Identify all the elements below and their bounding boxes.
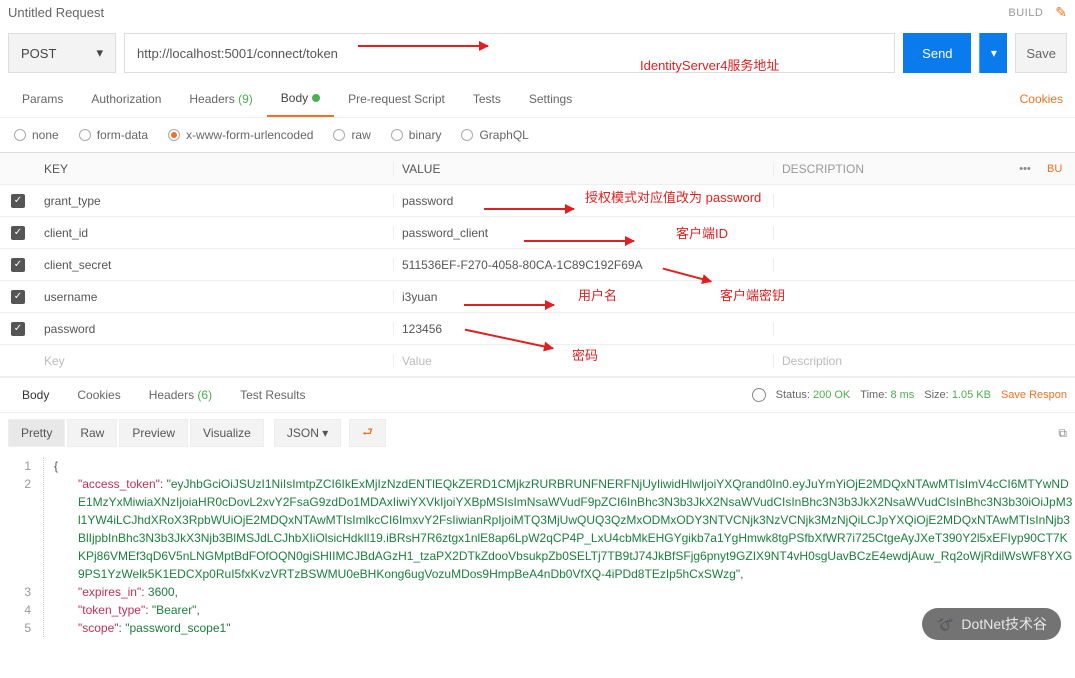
annotation-arrow xyxy=(663,267,712,282)
table-row: ✓ grant_type password xyxy=(0,185,1075,217)
checkbox[interactable]: ✓ xyxy=(11,290,25,304)
watermark: ➰ DotNet技术谷 xyxy=(922,608,1061,640)
annotation-url: IdentityServer4服务地址 xyxy=(640,55,779,74)
checkbox[interactable]: ✓ xyxy=(11,226,25,240)
tab-authorization[interactable]: Authorization xyxy=(77,82,175,116)
globe-icon[interactable] xyxy=(752,388,766,402)
annotation-arrow xyxy=(464,304,554,306)
request-title: Untitled Request xyxy=(8,5,1008,20)
more-icon[interactable]: ••• xyxy=(1003,163,1047,175)
method-select[interactable]: POST ▾ xyxy=(8,33,116,73)
view-raw[interactable]: Raw xyxy=(67,419,117,447)
cookies-link[interactable]: Cookies xyxy=(1016,82,1067,116)
radio-raw[interactable]: raw xyxy=(333,128,370,142)
tab-tests[interactable]: Tests xyxy=(459,82,515,116)
table-row-empty: Key Value Description xyxy=(0,345,1075,377)
annotation-pass: 密码 xyxy=(572,345,598,364)
table-row: ✓ password 123456 xyxy=(0,313,1075,345)
wechat-icon: ➰ xyxy=(936,616,953,633)
save-button[interactable]: Save xyxy=(1015,33,1067,73)
annotation-arrow xyxy=(484,208,574,210)
radio-binary[interactable]: binary xyxy=(391,128,442,142)
annotation-user: 用户名 xyxy=(578,285,617,304)
tab-body[interactable]: Body xyxy=(267,81,334,117)
url-input[interactable]: http://localhost:5001/connect/token xyxy=(124,33,895,73)
key-cell[interactable]: grant_type xyxy=(36,194,394,208)
col-desc: DESCRIPTION xyxy=(774,162,1003,176)
col-value: VALUE xyxy=(394,162,774,176)
table-row: ✓ client_secret 511536EF-F270-4058-80CA-… xyxy=(0,249,1075,281)
radio-none[interactable]: none xyxy=(14,128,59,142)
key-input[interactable]: Key xyxy=(36,354,394,368)
table-row: ✓ username i3yuan xyxy=(0,281,1075,313)
send-dropdown[interactable]: ▾ xyxy=(979,33,1007,73)
radio-graphql[interactable]: GraphQL xyxy=(461,128,528,142)
save-response[interactable]: Save Respon xyxy=(1001,389,1067,401)
format-select[interactable]: JSON ▾ xyxy=(274,419,341,447)
view-pretty[interactable]: Pretty xyxy=(8,419,65,447)
tab-params[interactable]: Params xyxy=(8,82,77,116)
view-visualize[interactable]: Visualize xyxy=(190,419,264,447)
value-cell[interactable]: 123456 xyxy=(394,322,774,336)
response-body: 1 2 3 4 5 { "access_token": "eyJhbGciOiJ… xyxy=(0,453,1075,641)
radio-xwww[interactable]: x-www-form-urlencoded xyxy=(168,128,313,142)
desc-input[interactable]: Description xyxy=(774,354,1075,368)
tab-prerequest[interactable]: Pre-request Script xyxy=(334,82,459,116)
tab-headers[interactable]: Headers (9) xyxy=(175,82,266,116)
checkbox[interactable]: ✓ xyxy=(11,258,25,272)
key-cell[interactable]: password xyxy=(36,322,394,336)
rtab-headers[interactable]: Headers (6) xyxy=(135,388,226,402)
wrap-icon[interactable]: ⮐ xyxy=(349,419,386,447)
table-row: ✓ client_id password_client xyxy=(0,217,1075,249)
modified-dot-icon xyxy=(312,94,320,102)
checkbox[interactable]: ✓ xyxy=(11,194,25,208)
radio-formdata[interactable]: form-data xyxy=(79,128,148,142)
send-button[interactable]: Send xyxy=(903,33,971,73)
build-label[interactable]: BUILD xyxy=(1008,7,1043,19)
rtab-cookies[interactable]: Cookies xyxy=(63,388,134,402)
line-gutter: 1 2 3 4 5 xyxy=(0,457,44,637)
key-cell[interactable]: client_secret xyxy=(36,258,394,272)
checkbox[interactable]: ✓ xyxy=(11,322,25,336)
annotation-clientid: 客户端ID xyxy=(676,223,728,242)
url-value: http://localhost:5001/connect/token xyxy=(137,46,338,61)
annotation-secret: 客户端密钥 xyxy=(720,285,785,304)
json-source[interactable]: { "access_token": "eyJhbGciOiJSUzI1NiIsI… xyxy=(44,457,1075,637)
rtab-results[interactable]: Test Results xyxy=(226,388,319,402)
rtab-body[interactable]: Body xyxy=(8,388,63,402)
view-preview[interactable]: Preview xyxy=(119,419,188,447)
col-key: KEY xyxy=(36,162,394,176)
value-cell[interactable]: 511536EF-F270-4058-80CA-1C89C192F69A xyxy=(394,258,774,272)
method-value: POST xyxy=(21,46,56,61)
annotation-arrow xyxy=(358,45,488,47)
key-cell[interactable]: client_id xyxy=(36,226,394,240)
chevron-down-icon: ▾ xyxy=(96,45,103,61)
key-cell[interactable]: username xyxy=(36,290,394,304)
edit-icon[interactable]: ✎ xyxy=(1055,4,1067,21)
annotation-arrow xyxy=(524,240,634,242)
copy-icon[interactable]: ⧉ xyxy=(1058,426,1067,441)
annotation-grant: 授权模式对应值改为 password xyxy=(585,187,761,206)
tab-settings[interactable]: Settings xyxy=(515,82,586,116)
bulk-edit[interactable]: Bu xyxy=(1047,163,1075,175)
